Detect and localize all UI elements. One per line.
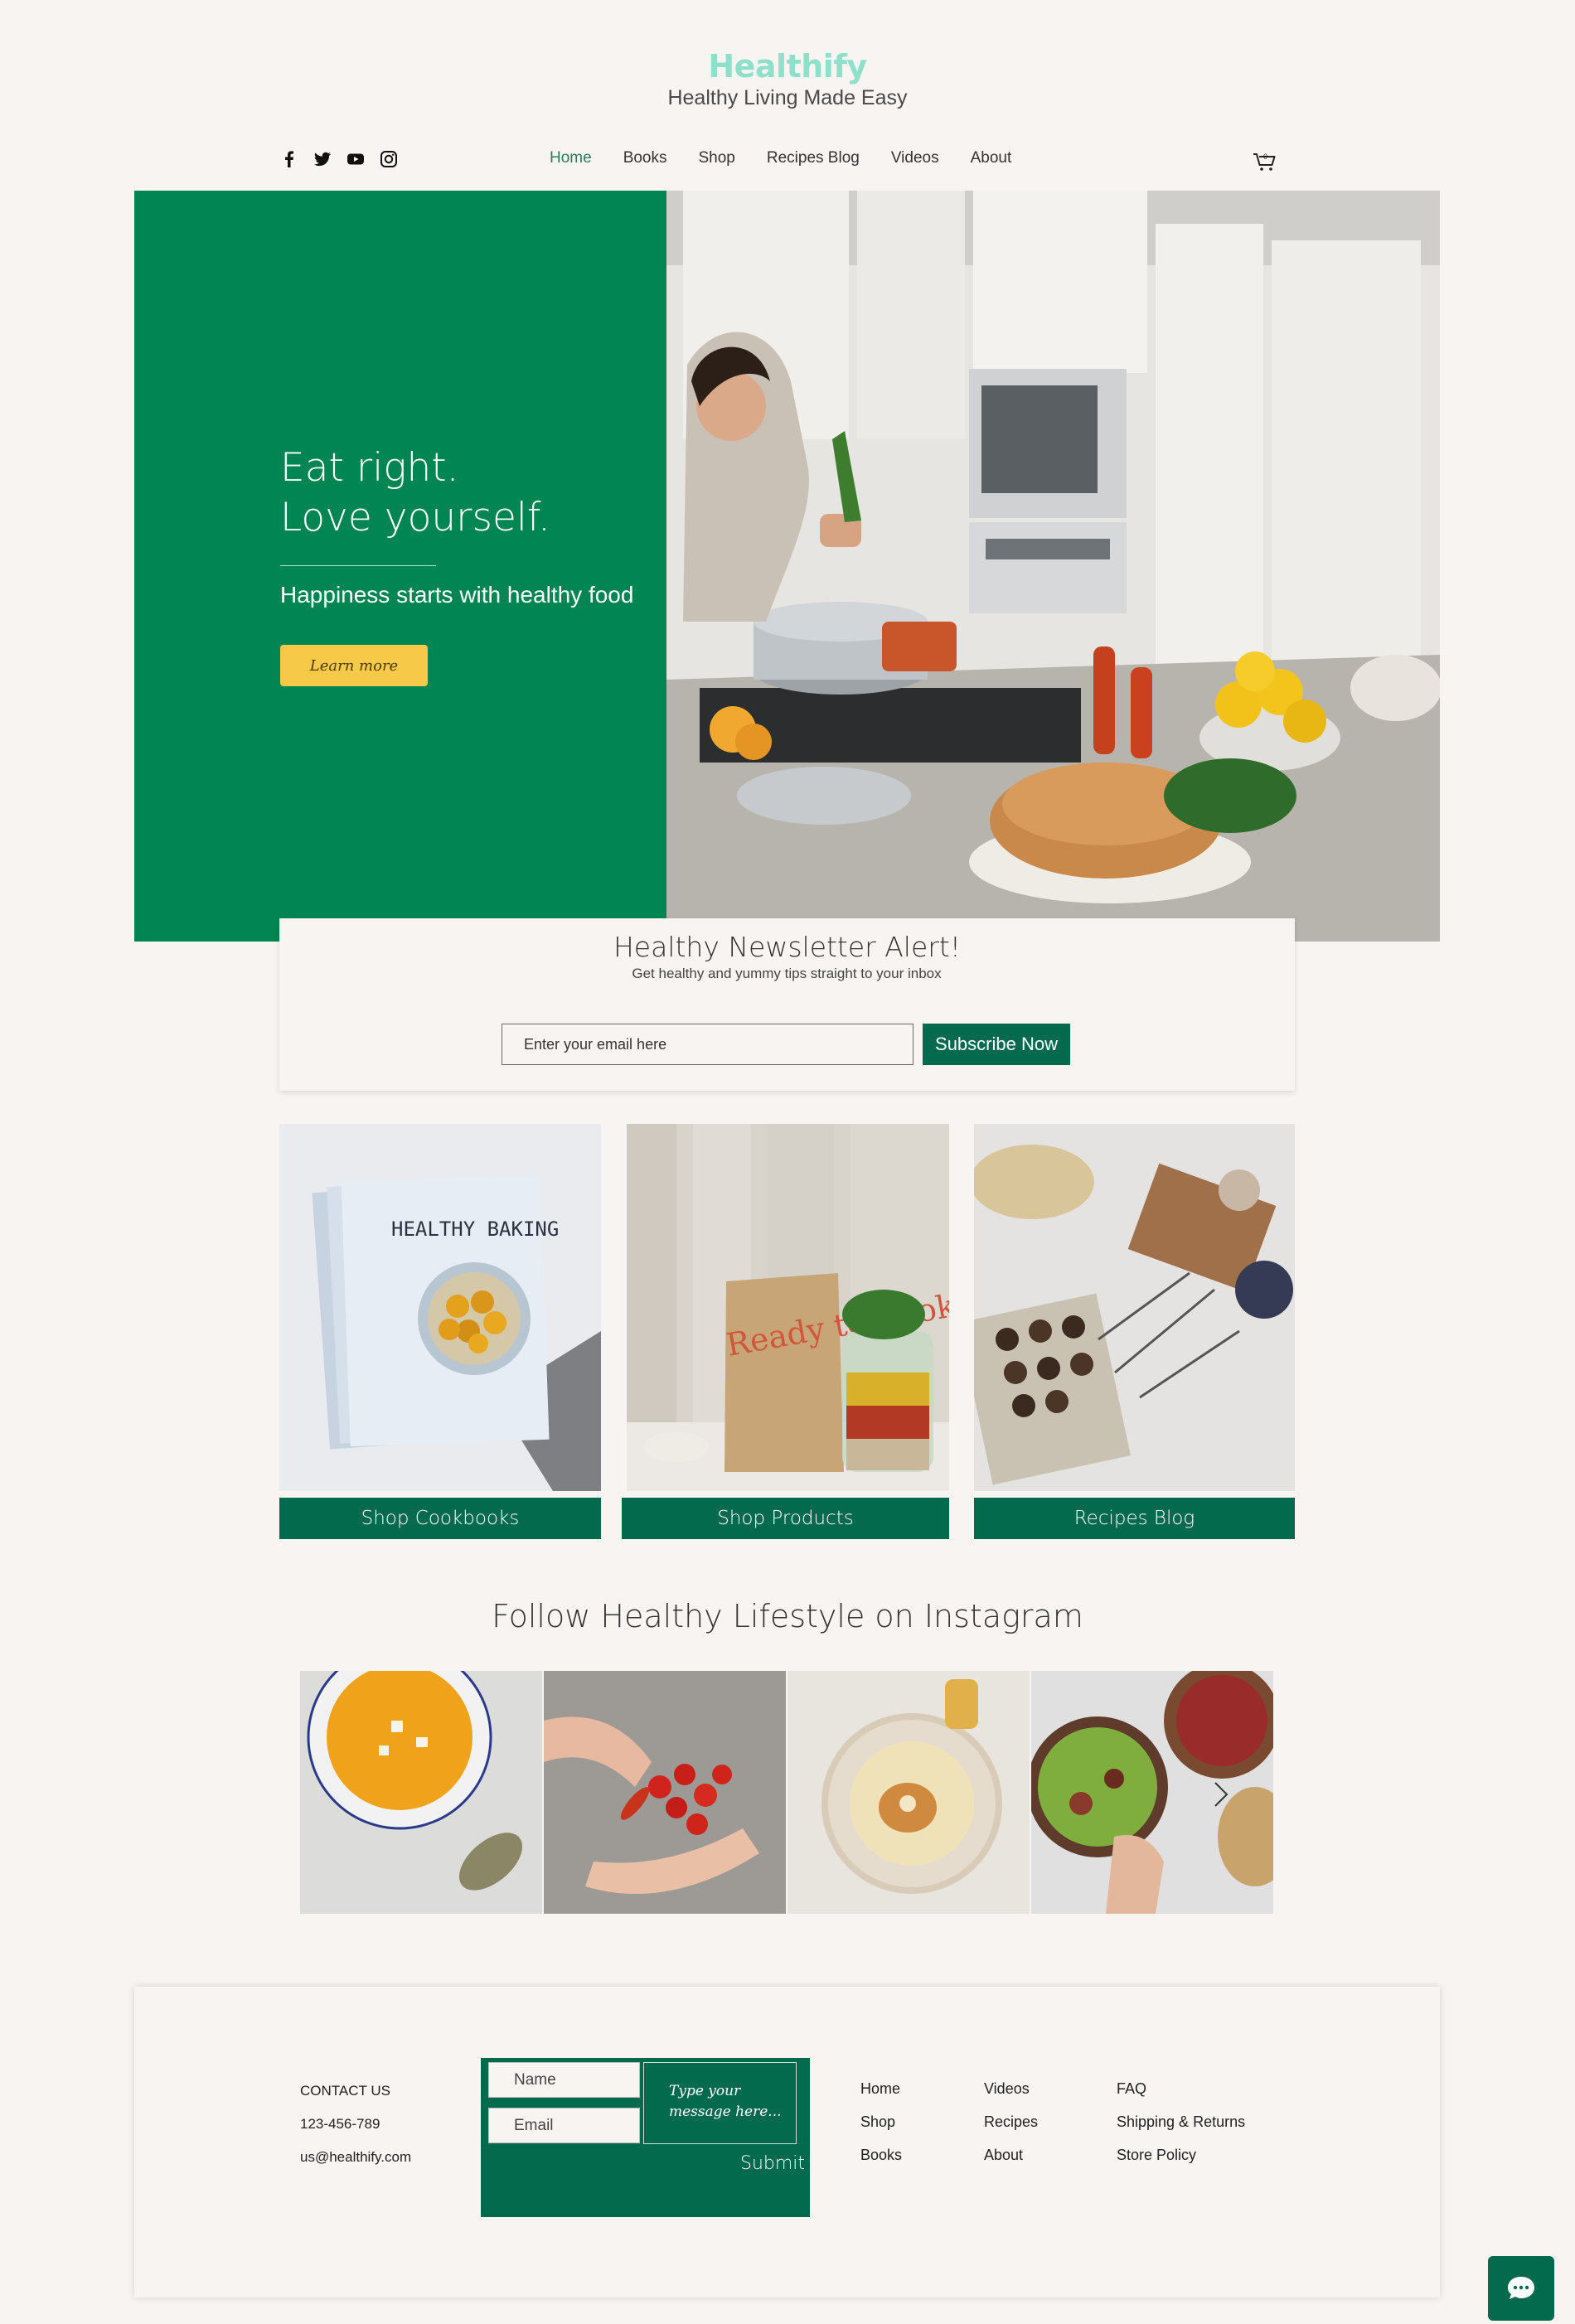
category-cards: HEALTHY BAKING Shop Cookbooks Ready to C… [279,1124,1295,1539]
hero-text-panel: Eat right. Love yourself. Happiness star… [134,191,666,942]
newsletter-box: Healthy Newsletter Alert! Get healthy an… [279,918,1295,1091]
newsletter-subtitle: Get healthy and yummy tips straight to y… [632,966,942,981]
chat-bubble-icon [1508,2277,1534,2299]
instagram-icon[interactable] [380,150,398,168]
footer-links-col1: Home Shop Books [860,2072,902,2171]
nav-books[interactable]: Books [623,149,667,167]
newsletter-title: Healthy Newsletter Alert! [613,931,962,963]
name-field[interactable]: Name [488,2062,640,2098]
site-header: Healthify Healthy Living Made Easy Home … [0,0,1575,191]
footer-link-about[interactable]: About [984,2138,1038,2171]
footer-links-col2: Videos Recipes About [984,2072,1038,2171]
cart-icon: 0 [1253,153,1276,171]
contact-phone: 123-456-789 [300,2116,380,2132]
shop-cookbooks-button[interactable]: Shop Cookbooks [279,1498,601,1539]
recipes-blog-button[interactable]: Recipes Blog [974,1498,1295,1539]
footer-link-videos[interactable]: Videos [984,2072,1038,2105]
hero-heading: Eat right. Love yourself. [280,443,550,543]
instagram-title: Follow Healthy Lifestyle on Instagram [492,1598,1083,1634]
cart-count: 0 [1263,153,1267,161]
footer-link-home[interactable]: Home [860,2072,902,2105]
contact-email[interactable]: us@healthify.com [300,2141,411,2174]
contact-heading: CONTACT US [300,2083,390,2099]
instagram-post-bowls[interactable] [1031,1671,1273,1914]
footer-links-col3: FAQ Shipping & Returns Store Policy [1117,2072,1245,2171]
twitter-icon[interactable] [313,150,332,168]
footer-link-store-policy[interactable]: Store Policy [1117,2138,1245,2171]
learn-more-button[interactable]: Learn more [280,645,428,686]
nav-recipes-blog[interactable]: Recipes Blog [767,149,860,167]
cookbook-photo: HEALTHY BAKING [279,1124,601,1491]
instagram-post-tomatoes[interactable] [544,1671,786,1914]
nav-about[interactable]: About [971,149,1012,167]
email-field[interactable]: Email [488,2108,640,2143]
footer-link-faq[interactable]: FAQ [1117,2072,1245,2105]
kitchen-scene-image [666,191,1440,942]
bowls-photo [1031,1671,1273,1914]
hero-heading-line2: Love yourself. [280,495,550,540]
tomatoes-photo [544,1671,786,1914]
main-nav: Home Books Shop Recipes Blog Videos Abou… [550,149,1011,167]
footer-link-recipes[interactable]: Recipes [984,2105,1038,2138]
newsletter-email-input[interactable]: Enter your email here [502,1024,914,1065]
instagram-gallery [300,1671,1273,1914]
hero-subtitle: Happiness starts with healthy food [280,582,634,608]
social-bar [280,150,398,168]
site-tagline: Healthy Living Made Easy [667,86,908,109]
cart-button[interactable]: 0 [1252,148,1278,174]
instagram-post-dessert[interactable] [788,1671,1030,1914]
instagram-post-soup[interactable] [300,1671,542,1914]
cookbook-title: HEALTHY BAKING [391,1218,559,1241]
subscribe-button[interactable]: Subscribe Now [923,1024,1070,1065]
site-footer: CONTACT US 123-456-789 us@healthify.com … [134,1987,1440,2297]
nav-home[interactable]: Home [550,149,592,167]
nav-videos[interactable]: Videos [891,149,939,167]
shop-products-button[interactable]: Shop Products [622,1498,949,1539]
gallery-next-button[interactable] [1209,1778,1233,1811]
cookbooks-image[interactable]: HEALTHY BAKING [279,1124,601,1491]
site-logo[interactable]: Healthify [0,48,1575,85]
facebook-icon[interactable] [280,150,298,168]
chevron-right-icon [1214,1782,1228,1807]
hero-heading-line1: Eat right. [280,445,459,491]
footer-link-shop[interactable]: Shop [860,2105,902,2138]
hero-slideshow: Eat right. Love yourself. Happiness star… [134,191,1440,1084]
products-image[interactable]: Ready to Cook [627,1124,949,1491]
footer-link-books[interactable]: Books [860,2138,902,2171]
chat-button[interactable] [1488,2256,1554,2321]
message-field[interactable]: Type your message here... [643,2062,797,2144]
contact-form: Name Email Type your message here... Sub… [481,2058,810,2217]
nav-shop[interactable]: Shop [699,149,735,167]
contact-info: CONTACT US 123-456-789 us@healthify.com [300,2075,411,2174]
submit-button[interactable]: Submit [740,2153,805,2174]
recipes-photo [974,1124,1295,1491]
footer-link-shipping[interactable]: Shipping & Returns [1117,2105,1245,2138]
recipes-image[interactable] [974,1124,1295,1491]
hero-divider [280,565,436,566]
dessert-photo [788,1671,1030,1914]
soup-photo [300,1671,542,1914]
hero-kitchen-photo [666,191,1440,942]
youtube-icon[interactable] [346,150,365,168]
products-photo: Ready to Cook [627,1124,949,1491]
